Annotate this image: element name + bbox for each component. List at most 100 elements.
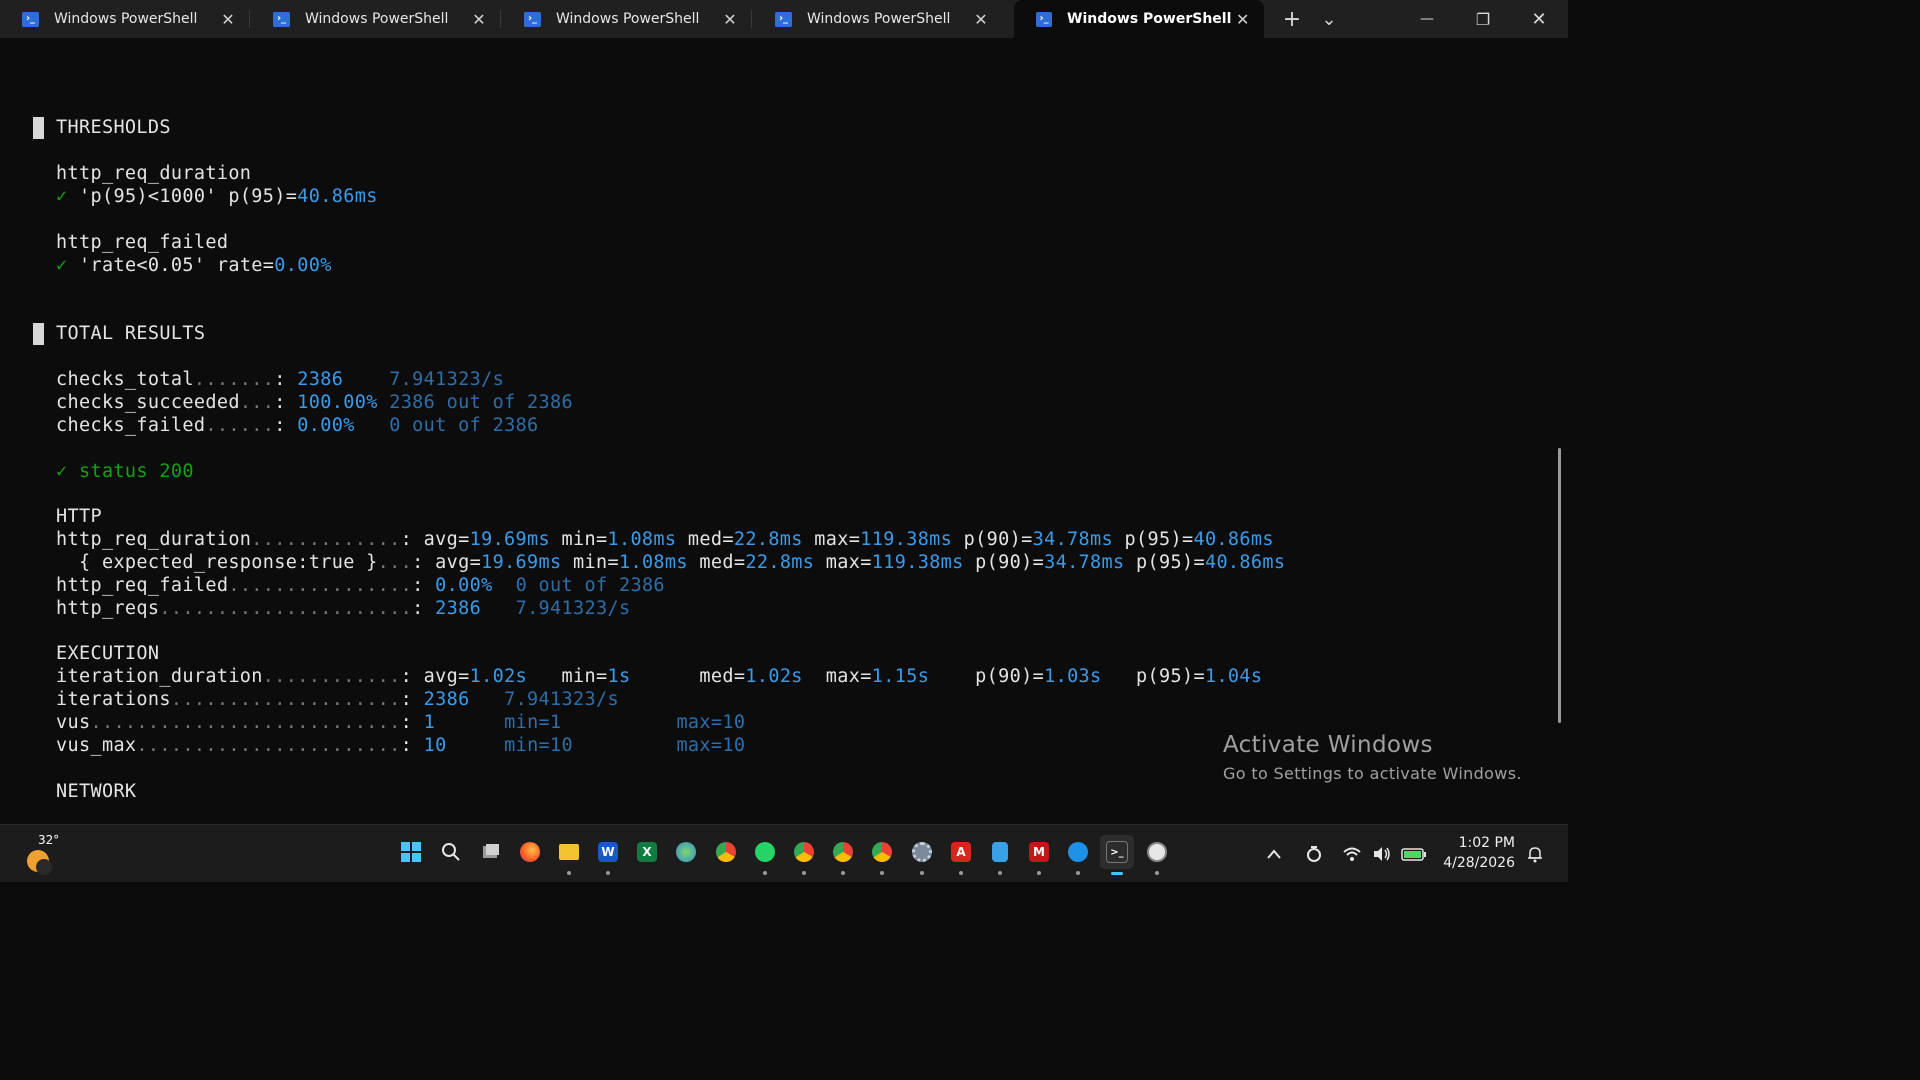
http-req-failed-row: http_req_failed................: 0.00% 0…	[56, 574, 665, 597]
stat-label: p(90)=	[975, 552, 1045, 573]
tab-1[interactable]: ›_ Windows PowerShell ✕	[0, 0, 250, 38]
threshold-value: 40.86ms	[297, 186, 378, 207]
running-indicator	[841, 871, 845, 875]
tab-separator	[249, 10, 250, 28]
volume-tray[interactable]	[1370, 825, 1394, 883]
stat-label: p(90)=	[963, 529, 1033, 550]
sync-icon	[1307, 846, 1321, 862]
file-explorer-icon	[559, 844, 579, 860]
metric-name: http_req_failed	[56, 575, 229, 596]
excel-app[interactable]: X	[630, 835, 664, 869]
tab-title: Windows PowerShell	[556, 11, 700, 27]
tab-close-icon[interactable]: ✕	[467, 10, 491, 29]
file-explorer-app[interactable]	[552, 835, 586, 875]
settings-app[interactable]	[905, 835, 939, 875]
close-window-button[interactable]: ✕	[1518, 0, 1560, 38]
metric-colon: :	[400, 712, 413, 733]
checks-total-row: checks_total.......: 2386 7.941323/s	[56, 368, 504, 391]
network-heading: NETWORK	[56, 781, 137, 802]
metric-value: 2386	[423, 689, 470, 710]
docker-app[interactable]	[1061, 835, 1095, 875]
task-view-button[interactable]	[474, 835, 508, 869]
tab-2[interactable]: ›_ Windows PowerShell ✕	[251, 0, 501, 38]
terminal-app[interactable]: >_	[1100, 835, 1134, 875]
system-clock[interactable]: 1:02 PM 4/28/2026	[1435, 833, 1515, 873]
tab-close-icon[interactable]: ✕	[969, 10, 993, 29]
metric-max: max=10	[676, 712, 746, 733]
metric-name: vus_max	[56, 735, 137, 756]
stat-label: max=	[825, 552, 872, 573]
tab-3[interactable]: ›_ Windows PowerShell ✕	[502, 0, 752, 38]
powershell-icon: ›_	[1036, 11, 1053, 27]
running-indicator	[880, 871, 884, 875]
firefox-app[interactable]	[513, 835, 547, 869]
tab-close-icon[interactable]: ✕	[718, 10, 742, 29]
iterations-row: iterations....................: 2386 7.9…	[56, 688, 619, 711]
checks-failed-row: checks_failed......: 0.00% 0 out of 2386	[56, 414, 539, 437]
minimize-button[interactable]: —	[1406, 0, 1448, 38]
battery-tray[interactable]	[1400, 825, 1428, 883]
notification-center-button[interactable]	[1524, 825, 1546, 883]
metric-dots: ......................	[159, 598, 413, 619]
wifi-tray[interactable]	[1340, 825, 1364, 883]
word-icon: W	[598, 842, 618, 862]
running-indicator	[998, 871, 1002, 875]
metric-colon: :	[412, 552, 424, 573]
show-hidden-icons-button[interactable]	[1262, 825, 1286, 883]
tab-dropdown-button[interactable]: ⌄	[1316, 0, 1342, 38]
task-view-icon	[483, 844, 499, 858]
tab-close-icon[interactable]: ✕	[1231, 10, 1254, 29]
clock-time: 1:02 PM	[1458, 835, 1515, 851]
restore-button[interactable]: ❐	[1462, 0, 1504, 38]
whatsapp-app[interactable]	[748, 835, 782, 875]
wifi-icon	[1343, 847, 1361, 861]
title-bar: ›_ Windows PowerShell ✕ ›_ Windows Power…	[0, 0, 1568, 38]
stat-value: 1.08ms	[607, 529, 677, 550]
globe-app[interactable]	[669, 835, 703, 869]
clock-app[interactable]	[1140, 835, 1174, 875]
running-indicator	[606, 871, 610, 875]
check-mark: ✓	[56, 255, 68, 276]
powershell-icon: ›_	[273, 11, 290, 27]
terminal-output[interactable]: THRESHOLDS http_req_duration ✓ 'p(95)<10…	[0, 38, 1568, 824]
running-indicator	[763, 871, 767, 875]
search-button[interactable]	[434, 835, 468, 869]
mcafee-app[interactable]: M	[1022, 835, 1056, 875]
weather-widget[interactable]: 32°	[24, 833, 64, 875]
acrobat-app[interactable]: A	[944, 835, 978, 875]
metric-value: 1	[423, 712, 436, 733]
chrome-profile-2-app[interactable]	[826, 835, 860, 875]
chevron-up-icon	[1267, 849, 1281, 859]
docker-icon	[1068, 842, 1088, 862]
start-button[interactable]	[394, 835, 428, 869]
stat-label: p(90)=	[975, 666, 1045, 687]
whatsapp-icon	[755, 842, 775, 862]
terminal-scrollbar[interactable]	[1558, 448, 1561, 723]
tab-4[interactable]: ›_ Windows PowerShell ✕	[753, 0, 1003, 38]
tab-title: Windows PowerShell	[807, 11, 951, 27]
stat-value: 34.78ms	[1032, 529, 1114, 550]
notepad-app[interactable]	[983, 835, 1017, 875]
tab-title: Windows PowerShell	[305, 11, 449, 27]
globe-icon	[676, 842, 696, 862]
stat-value: 1.04s	[1204, 666, 1263, 687]
acrobat-icon: A	[951, 842, 971, 862]
tab-close-icon[interactable]: ✕	[216, 10, 240, 29]
tab-5-active[interactable]: ›_ Windows PowerShell ✕	[1014, 0, 1264, 38]
metric-extra: 0 out of 2386	[389, 415, 539, 436]
metric-extra: 0 out of 2386	[515, 575, 665, 596]
battery-icon	[1401, 848, 1426, 861]
chrome-profile-app[interactable]	[787, 835, 821, 875]
stat-value: 1.03s	[1044, 666, 1102, 687]
chrome-profile-3-app[interactable]	[865, 835, 899, 875]
metric-extra: 7.941323/s	[504, 689, 619, 710]
chrome-app[interactable]	[709, 835, 743, 869]
metric-colon: :	[400, 689, 413, 710]
stat-label: med=	[699, 666, 746, 687]
sync-tray[interactable]	[1302, 825, 1326, 883]
search-icon	[442, 843, 460, 861]
word-app[interactable]: W	[591, 835, 625, 875]
new-tab-button[interactable]: +	[1278, 0, 1306, 38]
threshold-duration-name: http_req_duration	[56, 163, 252, 184]
notepad-icon	[992, 842, 1008, 862]
